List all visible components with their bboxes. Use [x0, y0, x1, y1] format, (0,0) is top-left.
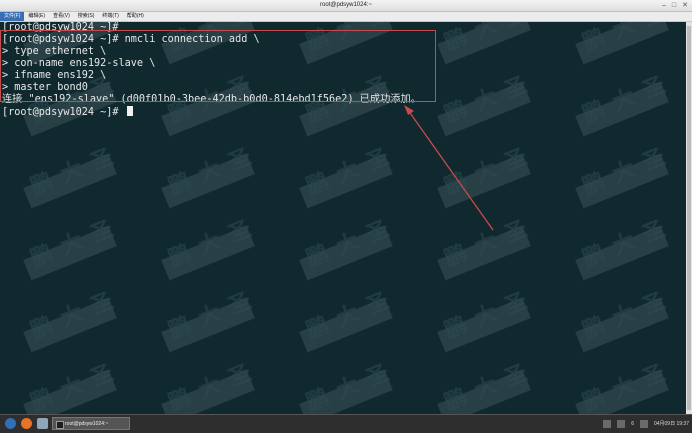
clock[interactable]: 04月09日 19:37: [654, 415, 689, 433]
terminal-area[interactable]: 鹏大圣鹏大圣鹏大圣鹏大圣鹏大圣鹏大圣鹏大圣鹏大圣鹏大圣鹏大圣鹏大圣鹏大圣鹏大圣鹏…: [0, 22, 692, 414]
window-title: root@pdsyw1024:~: [320, 2, 372, 8]
terminal-scrollbar[interactable]: [686, 22, 692, 414]
menu-edit[interactable]: 编辑(E): [24, 12, 49, 21]
start-menu-icon[interactable]: [5, 418, 16, 429]
window-titlebar: root@pdsyw1024:~ – □ ✕: [0, 0, 692, 12]
menu-help[interactable]: 帮助(H): [123, 12, 148, 21]
minimize-button[interactable]: –: [662, 0, 666, 11]
menu-search[interactable]: 搜索(S): [74, 12, 99, 21]
terminal-prompt-line: [root@pdsyw1024 ~]#: [2, 106, 133, 119]
terminal-icon: [56, 421, 64, 429]
terminal-prompt: [root@pdsyw1024 ~]#: [2, 107, 125, 118]
system-tray: 6 04月09日 19:37: [603, 415, 689, 433]
keyboard-icon[interactable]: [603, 420, 612, 428]
network-icon[interactable]: [617, 420, 626, 428]
maximize-button[interactable]: □: [672, 0, 676, 11]
menu-file[interactable]: 文件(F): [0, 12, 25, 21]
taskbar-terminal-label: root@pdsyw1024:~: [65, 421, 109, 427]
annotation-highlight-box: [0, 30, 436, 102]
browser-icon[interactable]: [21, 418, 32, 429]
menu-terminal[interactable]: 终端(T): [98, 12, 122, 21]
window-controls: – □ ✕: [662, 0, 688, 11]
scrollbar-thumb[interactable]: [687, 26, 691, 410]
file-manager-icon[interactable]: [37, 418, 48, 429]
menu-bar: 文件(F) 编辑(E) 查看(V) 搜索(S) 终端(T) 帮助(H): [0, 12, 692, 22]
menu-view[interactable]: 查看(V): [49, 12, 74, 21]
close-button[interactable]: ✕: [682, 0, 688, 11]
volume-icon[interactable]: [639, 420, 648, 428]
taskbar: root@pdsyw1024:~ 6 04月09日 19:37: [0, 414, 692, 433]
taskbar-terminal-button[interactable]: root@pdsyw1024:~: [52, 417, 130, 430]
tray-number[interactable]: 6: [631, 415, 634, 433]
text-cursor: [126, 106, 133, 116]
